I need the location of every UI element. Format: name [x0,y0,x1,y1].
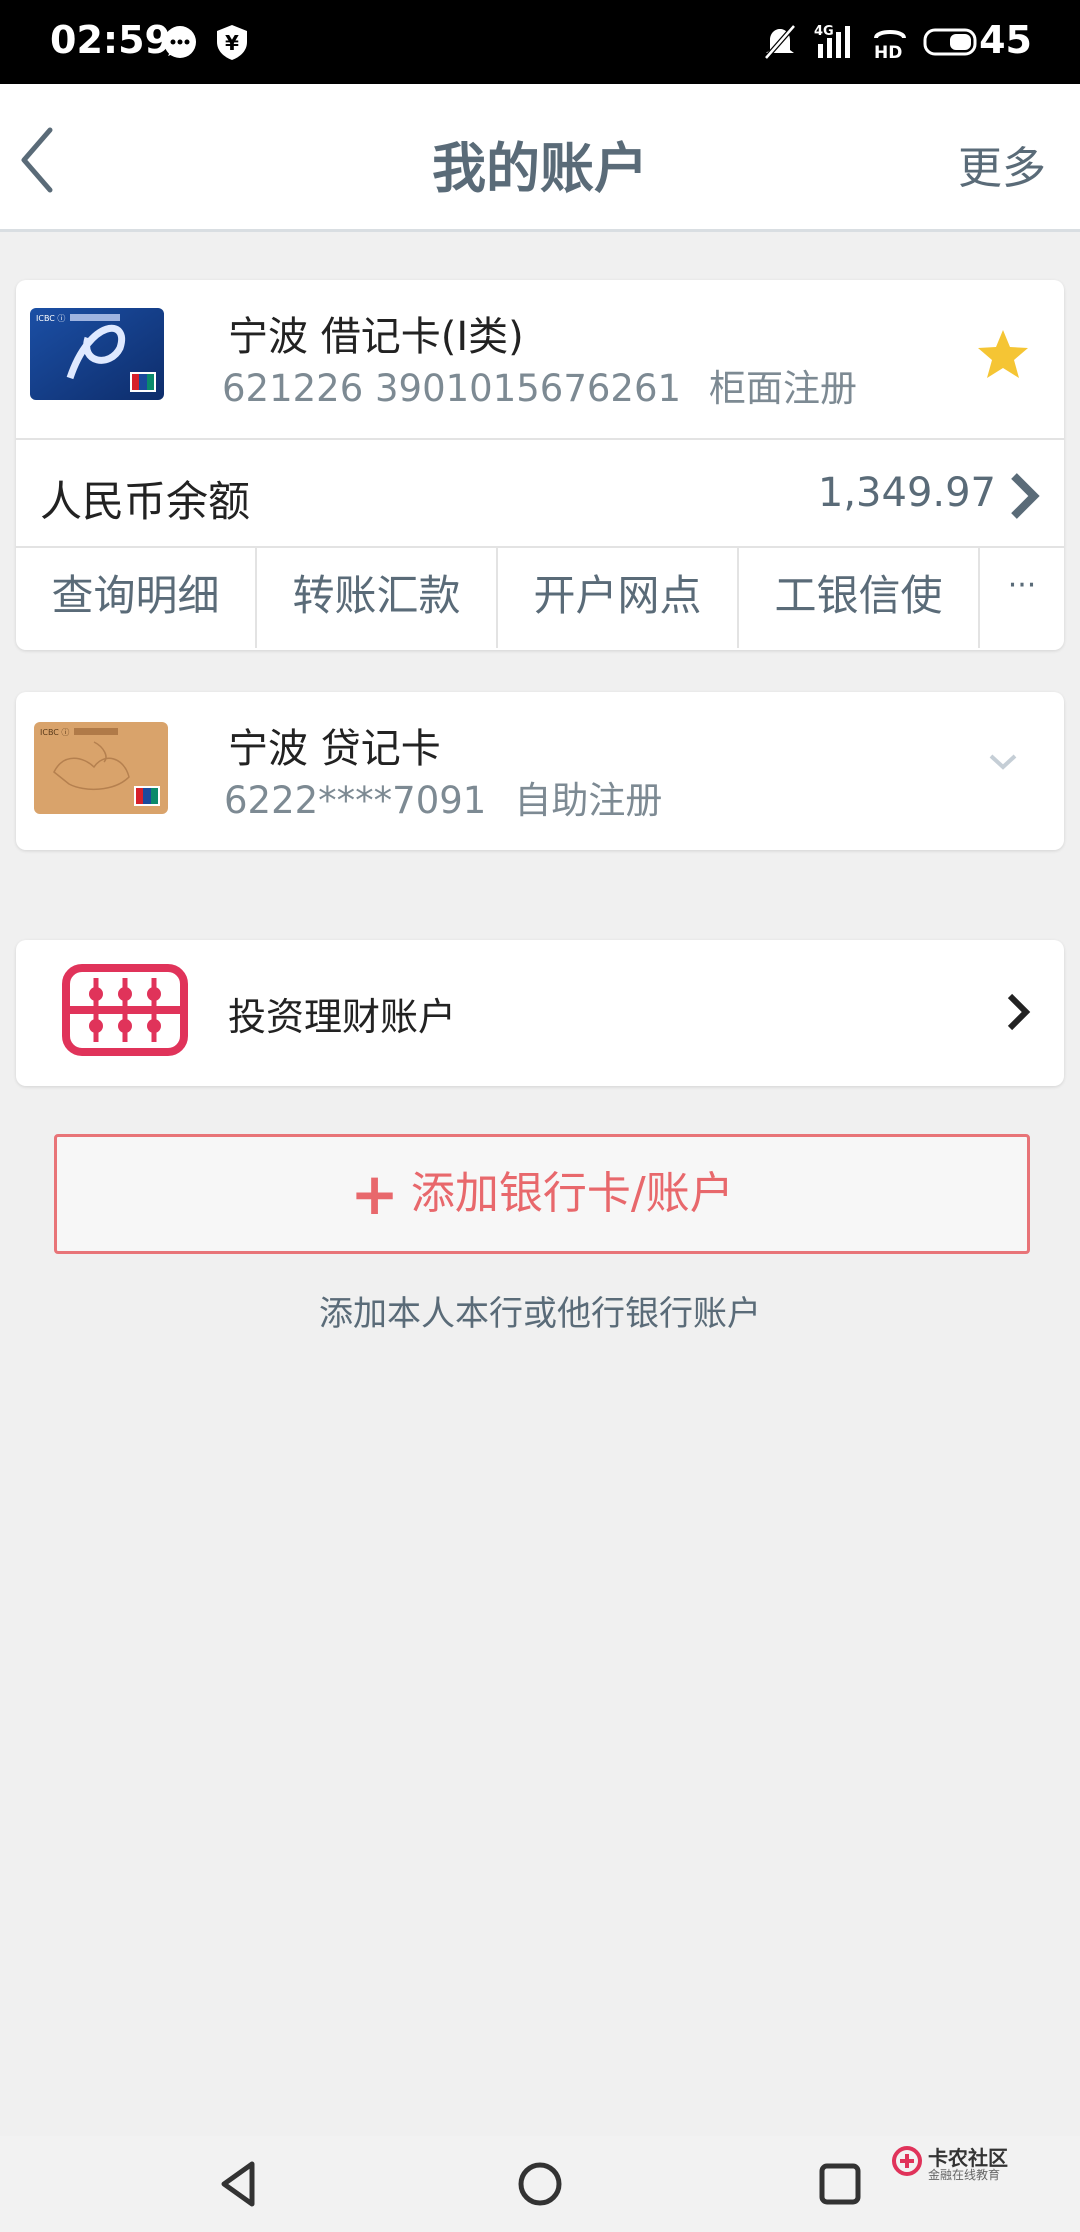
credit-card-panel[interactable]: ICBC ⓘ 宁波 贷记卡 6222****7091 自助注册 [16,692,1064,850]
watermark-subtitle: 金融在线教育 [928,2168,1001,2182]
nav-home-icon[interactable] [514,2158,566,2210]
add-bank-card-label: 添加银行卡/账户 [410,1168,734,1219]
debit-card-image: ICBC ⓘ [30,308,164,400]
add-account-hint: 添加本人本行或他行银行账户 [319,1294,761,1334]
svg-text:ICBC ⓘ: ICBC ⓘ [36,314,65,323]
mute-icon [764,24,796,60]
balance-row[interactable]: 人民币余额 1,349.97 [16,438,1064,548]
debit-card-registration: 柜面注册 [709,367,858,410]
action-more-button[interactable]: ··· [980,548,1064,648]
debit-card-header[interactable]: ICBC ⓘ 宁波 借记卡(I类) 621226 3901015676261 柜面… [16,280,1064,438]
balance-label: 人民币余额 [40,477,251,526]
watermark-logo-icon [891,2145,923,2177]
debit-card-number-line: 621226 3901015676261 柜面注册 [222,358,857,412]
abacus-icon [62,964,188,1056]
page-title: 我的账户 [432,137,648,200]
svg-text:¥: ¥ [225,31,239,55]
svg-text:HD: HD [874,43,902,62]
more-button[interactable]: 更多 [958,132,1046,196]
nav-bar: 我的账户 更多 [0,84,1080,232]
debit-card-panel: ICBC ⓘ 宁波 借记卡(I类) 621226 3901015676261 柜面… [16,280,1064,650]
balance-value: 1,349.97 [817,470,996,516]
chevron-right-icon [1011,473,1040,519]
credit-card-number: 6222****7091 [224,779,487,822]
action-query-details[interactable]: 查询明细 [16,548,257,648]
debit-card-number: 621226 3901015676261 [222,367,682,410]
debit-card-actions: 查询明细 转账汇款 开户网点 工银信使 ··· [16,548,1064,648]
credit-card-name: 宁波 贷记卡 [228,726,441,772]
plus-icon: + [350,1160,399,1228]
nav-back-icon[interactable] [214,2158,266,2210]
credit-card-number-line: 6222****7091 自助注册 [224,770,662,824]
star-icon[interactable] [976,328,1030,380]
add-bank-card-button[interactable]: + 添加银行卡/账户 [54,1134,1030,1254]
action-transfer[interactable]: 转账汇款 [257,548,498,648]
status-bar: 02:59 ¥ 4G HD 45 [0,0,1080,84]
action-branch[interactable]: 开户网点 [498,548,739,648]
signal-4g-icon: 4G [814,24,850,58]
action-icbc-messenger[interactable]: 工银信使 [739,548,980,648]
invest-account-label: 投资理财账户 [228,995,457,1039]
chevron-right-icon [1007,993,1031,1031]
invest-account-row[interactable]: 投资理财账户 [16,940,1064,1086]
credit-card-registration: 自助注册 [514,779,663,822]
credit-card-image: ICBC ⓘ [34,722,168,814]
svg-text:ICBC ⓘ: ICBC ⓘ [40,728,69,737]
chevron-down-icon[interactable] [988,752,1018,772]
nav-recents-icon[interactable] [814,2158,866,2210]
chat-bubble-icon [164,26,196,58]
shield-icon: ¥ [217,25,247,60]
status-time: 02:59 [50,18,171,62]
svg-text:4G: 4G [814,24,834,39]
battery-level: 45 [979,18,1032,62]
watermark: 卡农社区 金融在线教育 [890,2142,1020,2182]
hd-icon: HD [874,30,906,62]
debit-card-name: 宁波 借记卡(I类) [228,314,524,360]
battery-icon [923,28,977,56]
